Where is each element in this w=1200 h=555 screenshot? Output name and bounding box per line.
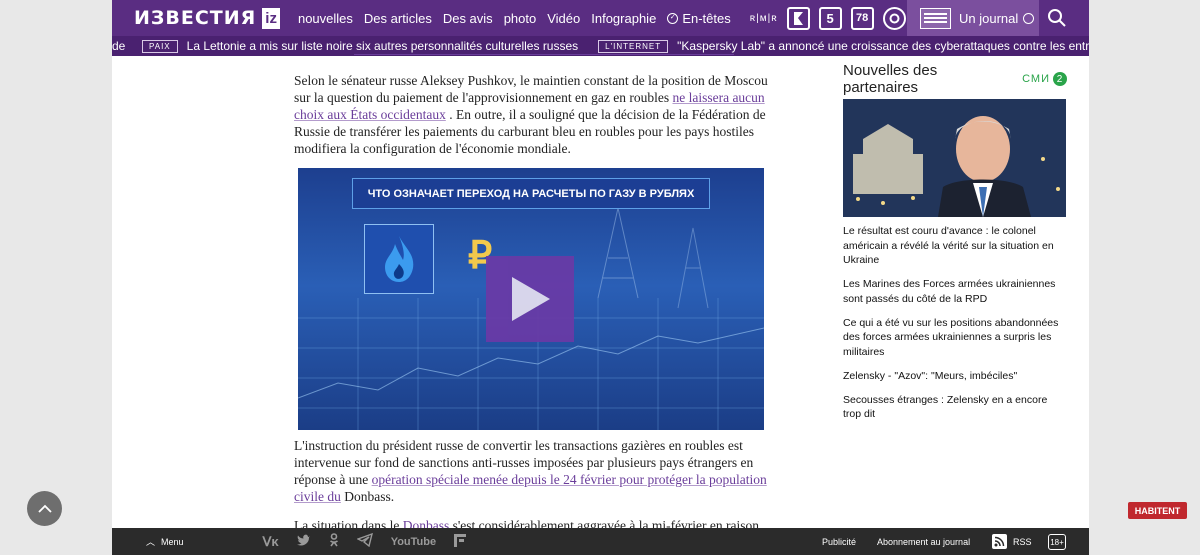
check-circle-icon: ✓: [667, 12, 679, 24]
ticker-item[interactable]: La Lettonie a mis sur liste noire six au…: [187, 39, 579, 53]
f-icon[interactable]: [454, 533, 467, 550]
bottom-bar: ︿ Menu ᐯᴋ YouTube Publicité Abonnement a…: [112, 528, 1089, 555]
nav-articles[interactable]: Des articles: [364, 11, 432, 26]
channel-dtv-icon[interactable]: [882, 6, 906, 30]
partner-news-item[interactable]: Ce qui a été vu sur les positions abando…: [843, 316, 1067, 360]
rss-link[interactable]: RSS: [992, 534, 1032, 549]
nav-nouvelles[interactable]: nouvelles: [298, 11, 353, 26]
video-player[interactable]: ЧТО ОЗНАЧАЕТ ПЕРЕХОД НА РАСЧЕТЫ ПО ГАЗУ …: [298, 168, 764, 430]
previous-link-underline: [354, 54, 734, 55]
journal-label: Un journal: [959, 10, 1019, 26]
sidebar-header: Nouvelles des partenaires СМИ 2: [843, 62, 1067, 96]
scroll-to-top-button[interactable]: [27, 491, 62, 526]
nav-menu: nouvelles Des articles Des avis photo Vi…: [298, 11, 742, 26]
sidebar-title: Nouvelles des partenaires: [843, 62, 938, 96]
rss-label: RSS: [1013, 536, 1032, 547]
channel-78-logo[interactable]: 78: [850, 6, 874, 30]
youtube-icon[interactable]: YouTube: [391, 536, 436, 548]
age-rating-badge: 18+: [1048, 534, 1066, 550]
partner-news-list: Le résultat est couru d'avance : le colo…: [843, 224, 1067, 431]
chevron-up-icon: ︿: [146, 537, 156, 547]
rss-icon: [992, 534, 1007, 549]
logo-text: ИЗВЕСТИЯ: [134, 7, 257, 29]
partner-news-image[interactable]: [843, 99, 1066, 217]
partner-news-sidebar: Nouvelles des partenaires СМИ 2 Le résult…: [843, 62, 1067, 420]
publicite-link[interactable]: Publicité: [822, 537, 856, 547]
channel-5-logo[interactable]: 5: [818, 6, 842, 30]
news-ticker: de PAIX La Lettonie a mis sur liste noir…: [112, 36, 1089, 56]
odnoklassniki-icon[interactable]: [329, 533, 339, 550]
chevron-circle-icon: [1023, 12, 1035, 24]
ticker-lead: de: [112, 39, 126, 53]
partner-news-item[interactable]: Zelensky - "Azov": "Meurs, imbéciles": [843, 369, 1067, 384]
ticker-item[interactable]: "Kaspersky Lab" a annoncé une croissance…: [677, 39, 1089, 53]
partner-news-item[interactable]: Le résultat est couru d'avance : le colo…: [843, 224, 1067, 268]
search-icon[interactable]: [1047, 8, 1067, 28]
ticker-tag: PAIX: [142, 39, 178, 53]
partner-news-item[interactable]: Les Marines des Forces armées ukrainienn…: [843, 277, 1067, 306]
smi-badge[interactable]: СМИ 2: [1022, 72, 1067, 86]
newspaper-icon: [920, 7, 951, 29]
article-paragraph: Selon le sénateur russe Aleksey Pushkov,…: [294, 72, 769, 157]
live-button[interactable]: HABITENT: [1128, 502, 1187, 519]
nav-en-tetes[interactable]: ✓ En-têtes: [667, 10, 731, 26]
video-title: ЧТО ОЗНАЧАЕТ ПЕРЕХОД НА РАСЧЕТЫ ПО ГАЗУ …: [352, 178, 710, 209]
play-icon[interactable]: [486, 256, 574, 342]
social-links: ᐯᴋ YouTube: [263, 532, 485, 550]
nav-infographie[interactable]: Infographie: [591, 11, 656, 26]
menu-label: Menu: [161, 536, 184, 547]
partner-news-item[interactable]: Secousses étranges : Zelensky en a encor…: [843, 393, 1067, 422]
nav-video[interactable]: Vidéo: [547, 11, 580, 26]
nav-avis[interactable]: Des avis: [443, 11, 493, 26]
article-paragraph: L'instruction du président russe de conv…: [294, 437, 769, 505]
menu-button[interactable]: ︿ Menu: [146, 535, 184, 548]
chevron-up-icon: [37, 504, 52, 513]
twitter-icon[interactable]: [296, 534, 311, 549]
site-logo[interactable]: ИЗВЕСТИЯ iz: [134, 0, 280, 36]
smi-count: 2: [1053, 72, 1067, 86]
top-navigation: ИЗВЕСТИЯ iz nouvelles Des articles Des a…: [112, 0, 1089, 36]
gas-flame-icon: [364, 224, 434, 294]
ticker-tag: L'INTERNET: [598, 39, 669, 53]
nav-photo[interactable]: photo: [504, 11, 537, 26]
logo-iz: iz: [262, 7, 280, 29]
nav-en-tetes-label: En-têtes: [682, 10, 731, 26]
telegram-icon[interactable]: [355, 532, 373, 550]
paragraph-text: Donbass.: [340, 489, 395, 504]
smi-label: СМИ: [1022, 73, 1050, 85]
channel-ren-tv-icon[interactable]: [786, 6, 810, 30]
page: ИЗВЕСТИЯ iz nouvelles Des articles Des a…: [112, 0, 1089, 555]
vk-icon[interactable]: ᐯᴋ: [263, 534, 279, 550]
subscription-link[interactable]: Abonnement au journal: [877, 537, 970, 547]
journal-button[interactable]: Un journal: [907, 0, 1039, 36]
channel-rmr-logo[interactable]: ʀ|ᴍ|ʀ: [750, 13, 778, 24]
